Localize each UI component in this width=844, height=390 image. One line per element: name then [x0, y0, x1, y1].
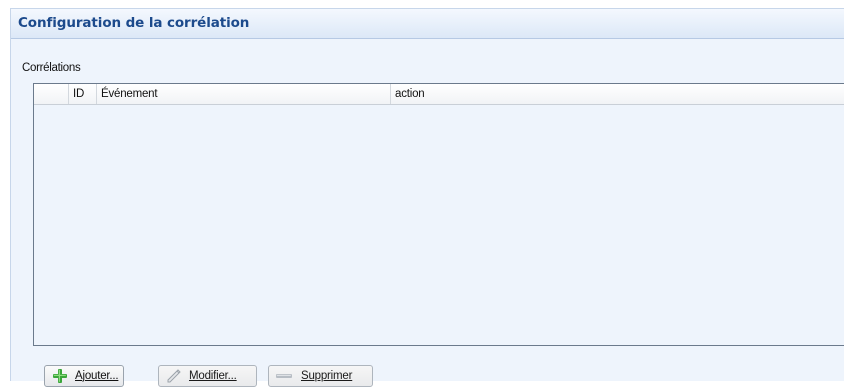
- correlation-config-panel: Configuration de la corrélation Corrélat…: [10, 8, 844, 387]
- delete-button-label: Supprimer: [301, 370, 353, 382]
- column-header-action[interactable]: action: [391, 84, 844, 104]
- modify-button[interactable]: Modifier...: [158, 365, 257, 387]
- table-header-row: ID Événement action: [34, 84, 844, 105]
- column-header-selector[interactable]: [34, 84, 69, 104]
- delete-button[interactable]: Supprimer: [268, 365, 373, 387]
- add-button-label: Ajouter...: [75, 370, 119, 382]
- column-header-evenement[interactable]: Événement: [97, 84, 391, 104]
- page-title: Configuration de la corrélation: [18, 15, 250, 31]
- add-button[interactable]: Ajouter...: [44, 365, 124, 387]
- correlations-table[interactable]: ID Événement action: [33, 83, 844, 346]
- panel-header: Configuration de la corrélation: [11, 9, 844, 39]
- correlations-group-label: Corrélations: [22, 62, 81, 74]
- column-header-id[interactable]: ID: [69, 84, 97, 104]
- modify-button-label: Modifier...: [189, 370, 237, 382]
